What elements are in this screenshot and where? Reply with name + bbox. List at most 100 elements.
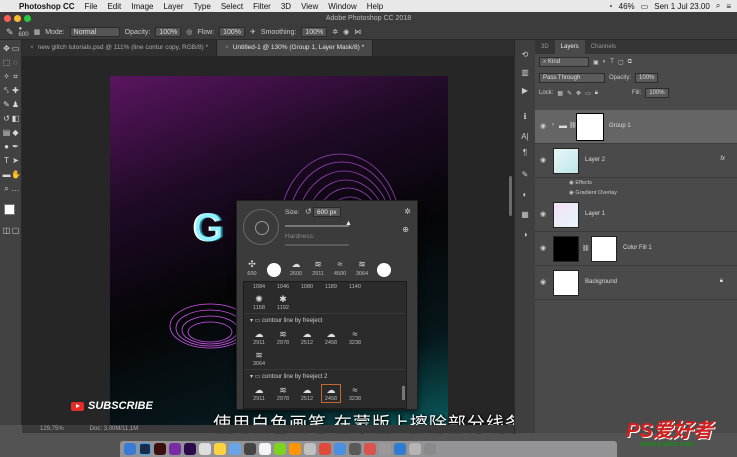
fill-thumbnail[interactable]	[553, 236, 579, 262]
lock-all-icon[interactable]: 🔒︎	[595, 90, 598, 97]
settings-icon[interactable]	[304, 443, 316, 455]
recent-brush[interactable]: ≈4500	[331, 259, 349, 277]
tab-channels[interactable]: Channels	[585, 40, 622, 54]
layer-name[interactable]: Background	[585, 279, 617, 285]
close-tab-icon[interactable]: ×	[225, 44, 229, 51]
messages-icon[interactable]	[274, 443, 286, 455]
size-slider-track[interactable]	[285, 225, 349, 227]
layer-row-background[interactable]: ◉ Background 🔒︎	[535, 266, 737, 300]
expand-chevron-icon[interactable]: ›	[552, 122, 554, 128]
photoshop-icon[interactable]	[139, 443, 151, 455]
filter-smart-icon[interactable]: ⧉	[628, 59, 632, 66]
blur-tool-icon[interactable]: ◆	[11, 128, 20, 137]
brush-gear-icon[interactable]: ✲	[404, 207, 411, 216]
swatches-icon[interactable]: ▦	[520, 210, 530, 220]
paragraph-icon[interactable]: ¶	[520, 148, 530, 158]
chrome-icon[interactable]	[214, 443, 226, 455]
lock-icon[interactable]: 🔒︎	[720, 278, 723, 285]
recent-brush[interactable]: ✣ 600	[243, 259, 261, 277]
lock-artboard-icon[interactable]: ▭	[585, 90, 591, 97]
healing-brush-tool-icon[interactable]: ✚	[11, 86, 20, 95]
recent-brush[interactable]: ≋ 3064	[353, 259, 371, 277]
effect-gradient-overlay[interactable]: ◉ Gradient Overlay	[535, 188, 737, 198]
smoothing-field[interactable]: 100%	[301, 27, 328, 37]
actions-icon[interactable]: ▶	[520, 86, 530, 96]
flow-field[interactable]: 100%	[219, 27, 245, 37]
brush-tool-icon[interactable]: ✎	[6, 27, 14, 38]
affinity-icon[interactable]	[169, 443, 181, 455]
recent-brush[interactable]	[375, 263, 393, 277]
more-tools-icon[interactable]: …	[11, 184, 20, 193]
brush-preset[interactable]: 1080	[298, 284, 316, 290]
dodge-tool-icon[interactable]: ●	[2, 142, 11, 151]
symmetry-icon[interactable]: ⋈	[354, 28, 361, 36]
blend-mode-select[interactable]: Pass Through	[539, 73, 605, 83]
history-brush-tool-icon[interactable]: ↺	[2, 114, 11, 123]
brush-preset[interactable]: ✺ 1168	[250, 294, 268, 311]
quick-mask-icon[interactable]: ◫	[2, 226, 11, 235]
brush-preset[interactable]: 1046	[274, 284, 292, 290]
recent-brush[interactable]: ≋ 2911	[309, 259, 327, 277]
menu-window[interactable]: Window	[323, 2, 361, 11]
airbrush-icon[interactable]: ✈	[250, 28, 256, 36]
brush-preset[interactable]: ☁ 2911	[250, 385, 268, 402]
recent-brush[interactable]: ☁ 2600	[287, 259, 305, 277]
lock-transparency-icon[interactable]: ▦	[557, 90, 563, 97]
visibility-eye-icon[interactable]: ◉	[540, 122, 546, 130]
menu-help[interactable]: Help	[362, 2, 388, 11]
mode-select[interactable]: Normal	[69, 27, 120, 37]
brush-tool-icon[interactable]: ✎	[2, 100, 11, 109]
pressure-size-icon[interactable]: ◉	[343, 28, 349, 36]
menu-file[interactable]: File	[80, 2, 103, 11]
trash-icon[interactable]	[424, 443, 436, 455]
brush-preset[interactable]: ☁ 2911	[250, 329, 268, 346]
brush-preset[interactable]: ≈3238	[346, 385, 364, 402]
zoom-tool-icon[interactable]: ⌕	[2, 184, 11, 193]
clock[interactable]: Sen 1 Jul 23.00	[654, 2, 710, 11]
pen-tool-icon[interactable]: ✒	[11, 142, 20, 151]
new-preset-icon[interactable]: ⊕	[402, 225, 409, 234]
filter-pixel-icon[interactable]: ▣	[593, 59, 599, 66]
path-select-tool-icon[interactable]: ➤	[11, 156, 20, 165]
fx-badge[interactable]: fx	[720, 156, 725, 162]
finder-icon[interactable]	[124, 443, 136, 455]
brush-settings-icon[interactable]: ✎	[520, 170, 530, 180]
crop-tool-icon[interactable]: ⌗	[11, 72, 20, 81]
filter-shape-icon[interactable]: ▢	[618, 59, 624, 66]
brush-settings-icon[interactable]: ▦	[34, 28, 41, 36]
artboard-tool-icon[interactable]: ▭	[11, 44, 20, 53]
menu-type[interactable]: Type	[188, 2, 215, 11]
terminal-icon[interactable]	[244, 443, 256, 455]
history-icon[interactable]: ⟲	[520, 50, 530, 60]
info-icon[interactable]: ℹ	[520, 112, 530, 122]
premiere-icon[interactable]	[184, 443, 196, 455]
layer-mask-thumbnail[interactable]	[576, 113, 604, 141]
layer-mask-thumbnail[interactable]	[591, 236, 617, 262]
brush-preset[interactable]: ☁ 2512	[298, 385, 316, 402]
brush-preset[interactable]: ☁ 2458	[322, 329, 340, 346]
calendar-icon[interactable]	[259, 443, 271, 455]
illustrator-icon[interactable]	[154, 443, 166, 455]
mail-icon[interactable]	[334, 443, 346, 455]
layer-row-group-1[interactable]: ◉ › ▬ ⛓ Group 1	[535, 110, 737, 144]
app-menu[interactable]: Photoshop CC	[14, 2, 80, 11]
eyedropper-tool-icon[interactable]: ⤣	[2, 86, 11, 95]
menu-list-icon[interactable]: ≡	[726, 2, 731, 11]
brush-folder[interactable]: ▾ ▭ contour line by freeject 2	[244, 369, 406, 383]
brush-size-preview[interactable]: ● 600	[19, 26, 29, 38]
type-tool-icon[interactable]: T	[2, 156, 11, 165]
layer-name[interactable]: Color Fill 1	[623, 245, 652, 251]
layer-opacity-field[interactable]: 100%	[635, 73, 659, 83]
menu-layer[interactable]: Layer	[158, 2, 188, 11]
visibility-eye-icon[interactable]: ◉	[540, 210, 546, 218]
layer-name[interactable]: Group 1	[609, 123, 631, 129]
tab-3d[interactable]: 3D	[535, 40, 555, 54]
safari-icon[interactable]	[199, 443, 211, 455]
brush-preset[interactable]: ✱ 1192	[274, 294, 292, 311]
menu-select[interactable]: Select	[216, 2, 248, 11]
shape-tool-icon[interactable]: ▬	[2, 170, 11, 179]
close-tab-icon[interactable]: ×	[30, 44, 34, 51]
screen-mode-icon[interactable]: ▢	[11, 226, 20, 235]
zoom-level[interactable]: 129,75%	[40, 425, 64, 433]
tab-layers[interactable]: Layers	[554, 40, 585, 54]
